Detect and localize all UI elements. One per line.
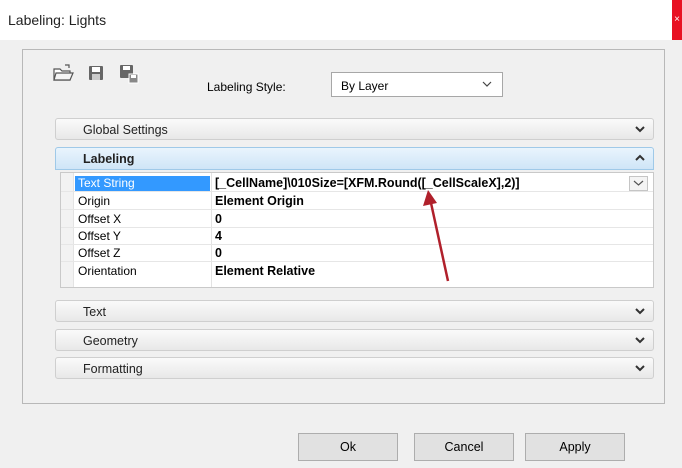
labeling-style-select[interactable]: By Layer [331, 72, 503, 97]
title-bar: Labeling: Lights × [0, 0, 682, 40]
property-row-orientation[interactable]: Orientation Element Relative [61, 264, 653, 280]
section-label: Geometry [83, 334, 138, 348]
save-as-icon[interactable] [118, 63, 139, 84]
text-string-field[interactable]: [_CellName]\010Size=[XFM.Round([_CellSca… [215, 176, 627, 191]
property-value[interactable]: 0 [215, 212, 627, 227]
property-value[interactable]: 4 [215, 229, 627, 244]
section-label: Global Settings [83, 123, 168, 137]
chevron-down-icon [635, 364, 645, 372]
open-folder-icon[interactable] [52, 63, 74, 83]
property-row-offset-y[interactable]: Offset Y 4 [61, 229, 653, 245]
section-global-settings[interactable]: Global Settings [55, 118, 654, 140]
property-row-offset-x[interactable]: Offset X 0 [61, 212, 653, 228]
chevron-down-icon [482, 81, 492, 88]
property-name: Offset Z [78, 246, 121, 260]
section-text[interactable]: Text [55, 300, 654, 322]
close-button[interactable]: × [672, 0, 682, 40]
section-geometry[interactable]: Geometry [55, 329, 654, 351]
property-row-origin[interactable]: Origin Element Origin [61, 194, 653, 210]
section-labeling[interactable]: Labeling [55, 147, 654, 170]
property-name: Offset X [78, 212, 122, 226]
labeling-style-value: By Layer [341, 79, 389, 93]
property-value[interactable]: Element Relative [215, 264, 627, 279]
apply-button[interactable]: Apply [525, 433, 625, 461]
section-label: Formatting [83, 362, 143, 376]
save-icon[interactable] [86, 63, 106, 83]
chevron-down-icon [635, 307, 645, 315]
property-name: Offset Y [78, 229, 121, 243]
text-string-dropdown-button[interactable] [629, 176, 648, 191]
window-title: Labeling: Lights [8, 12, 107, 28]
property-row-offset-z[interactable]: Offset Z 0 [61, 246, 653, 262]
property-value[interactable]: Element Origin [215, 194, 627, 209]
property-name: Text String [75, 176, 210, 191]
cancel-button[interactable]: Cancel [414, 433, 514, 461]
section-label: Text [83, 305, 106, 319]
property-name: Origin [78, 194, 111, 208]
section-label: Labeling [83, 152, 135, 166]
section-formatting[interactable]: Formatting [55, 357, 654, 379]
ok-button[interactable]: Ok [298, 433, 398, 461]
chevron-down-icon [635, 125, 645, 133]
property-value[interactable]: 0 [215, 246, 627, 261]
chevron-down-icon [635, 336, 645, 344]
chevron-up-icon [635, 154, 645, 162]
property-row-text-string[interactable]: Text String [_CellName]\010Size=[XFM.Rou… [61, 176, 653, 192]
property-name: Orientation [78, 264, 137, 278]
labeling-style-label: Labeling Style: [207, 80, 286, 94]
labeling-property-grid: Text String [_CellName]\010Size=[XFM.Rou… [60, 172, 654, 288]
